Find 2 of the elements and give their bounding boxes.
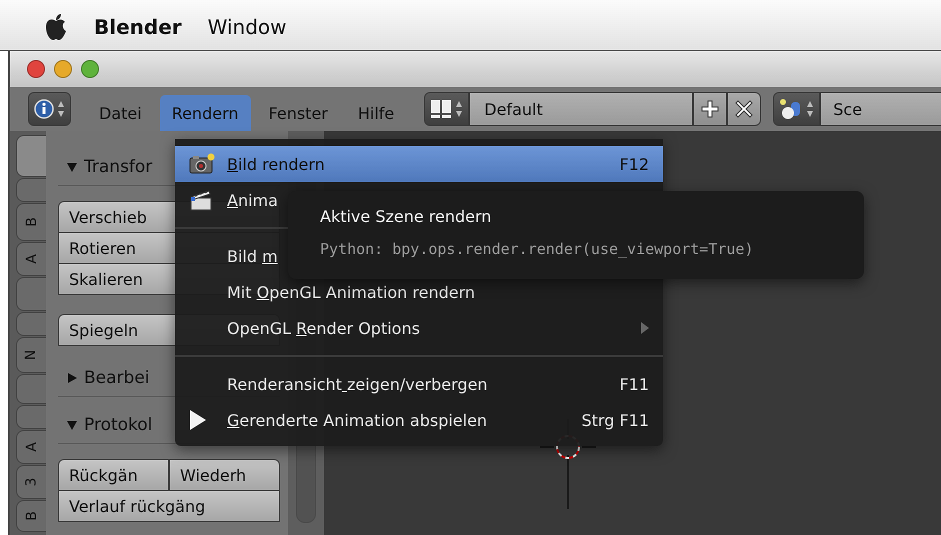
python-command: Python: bpy.ops.render.render(use_viewport=True) (320, 240, 754, 258)
tooltip-title: Aktive Szene rendern (320, 207, 492, 226)
